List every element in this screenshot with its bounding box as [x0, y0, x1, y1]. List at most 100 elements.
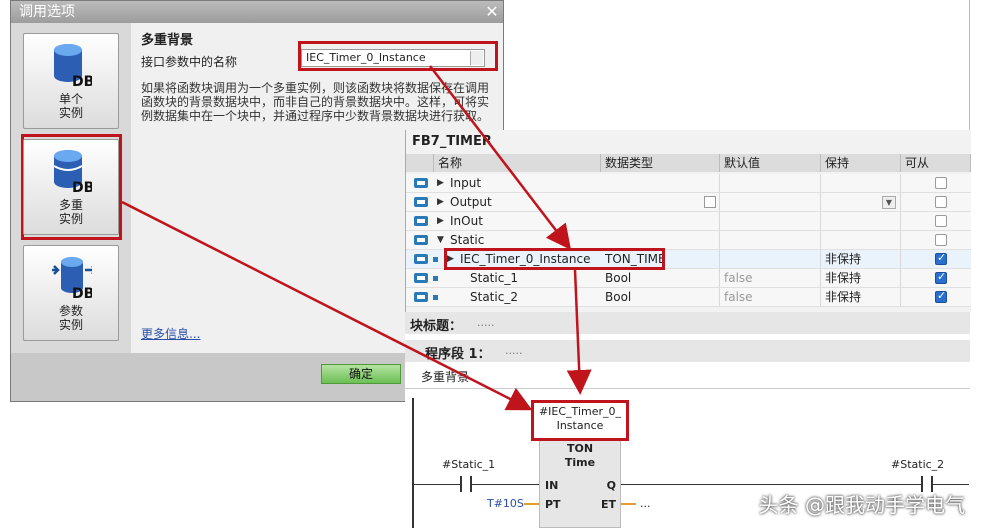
watermark: 头条 @跟我动手学电气: [758, 493, 965, 517]
cell-name[interactable]: Output: [446, 193, 601, 211]
cell-name[interactable]: Static_1: [466, 269, 601, 287]
hmi-checkbox[interactable]: [935, 196, 947, 208]
block-title-label: 块标题：: [410, 319, 463, 334]
io-icon: [414, 216, 428, 226]
expand-icon[interactable]: ▶: [437, 216, 444, 226]
table-row[interactable]: Static_1 Bool false 非保持: [406, 269, 971, 288]
io-icon: [414, 197, 428, 207]
pt-wire: [524, 503, 539, 505]
expand-icon[interactable]: ▼: [437, 235, 444, 245]
option-panel: DB 单个 实例 DB 多重 实例 DB 参数 实例: [11, 23, 131, 353]
hmi-checkbox[interactable]: [935, 177, 947, 189]
cell-default[interactable]: [720, 193, 821, 211]
instance-label-2: Instance: [556, 419, 604, 432]
cell-name[interactable]: Input: [446, 174, 601, 192]
rung-line-mid: [472, 484, 539, 485]
ton-block[interactable]: TON Time IN Q PT ET: [539, 440, 621, 528]
single-instance-button[interactable]: DB 单个 实例: [23, 33, 119, 129]
cell-retain[interactable]: 非保持: [821, 288, 901, 306]
cell-type[interactable]: [601, 193, 720, 211]
close-icon[interactable]: ✕: [483, 3, 501, 21]
multi-instance-label-1: 多重: [58, 198, 83, 212]
parameter-instance-label-1: 参数: [58, 304, 83, 318]
multi-instance-button[interactable]: DB 多重 实例: [23, 139, 119, 235]
hmi-checkbox[interactable]: [935, 270, 947, 284]
cell-name[interactable]: Static: [446, 231, 601, 249]
header-name[interactable]: 名称: [434, 154, 601, 172]
header-datatype[interactable]: 数据类型: [601, 154, 720, 172]
header-default[interactable]: 默认值: [720, 154, 821, 172]
single-instance-label-1: 单个: [58, 92, 83, 106]
cell-retain[interactable]: 非保持: [821, 250, 901, 268]
cell-name[interactable]: InOut: [446, 212, 601, 230]
hmi-checkbox[interactable]: [935, 289, 947, 303]
header-retain[interactable]: 保持: [821, 154, 901, 172]
hmi-checkbox[interactable]: [935, 251, 947, 265]
cell-type[interactable]: [601, 212, 720, 230]
chevron-down-icon[interactable]: ▼: [882, 196, 896, 209]
db-arrows-icon: DB: [52, 257, 92, 300]
cell-default[interactable]: [720, 250, 821, 268]
svg-text:DB: DB: [72, 74, 92, 88]
cell-type[interactable]: [601, 174, 720, 192]
multi-instance-label-2: 实例: [58, 212, 83, 226]
rung-line-end: [933, 484, 969, 485]
network-label: 程序段 1：: [425, 347, 491, 362]
cell-type[interactable]: Bool: [601, 269, 720, 287]
parameter-instance-button[interactable]: DB 参数 实例: [23, 245, 119, 341]
io-icon: [414, 254, 428, 264]
cell-retain[interactable]: [821, 231, 901, 249]
table-row[interactable]: ▶ InOut: [406, 212, 971, 231]
hmi-checkbox[interactable]: [935, 215, 947, 227]
cell-retain[interactable]: [821, 212, 901, 230]
et-wire: [621, 503, 636, 505]
network-value[interactable]: .....: [505, 344, 522, 357]
pin-in: IN: [545, 479, 559, 492]
cell-default[interactable]: [720, 231, 821, 249]
network-comment[interactable]: 多重背景: [405, 364, 970, 389]
header-icon-col: [406, 154, 434, 172]
hmi-checkbox[interactable]: [935, 234, 947, 246]
contact-right-label[interactable]: #Static_2: [891, 458, 944, 471]
cell-default[interactable]: [720, 174, 821, 192]
ton-type: TON: [566, 442, 594, 455]
cell-retain[interactable]: [821, 174, 901, 192]
cell-retain[interactable]: 非保持: [821, 269, 901, 287]
fb7-interface-table: FB7_TIMER 名称 数据类型 默认值 保持 可从 HMI/... ▶Inp…: [405, 130, 971, 312]
cell-default[interactable]: false: [720, 269, 821, 287]
more-info-link[interactable]: 更多信息...: [141, 325, 200, 342]
rung-line-right: [621, 484, 921, 485]
instance-name-box[interactable]: #IEC_Timer_0_ Instance: [531, 400, 629, 441]
ok-button[interactable]: 确定: [321, 364, 401, 384]
table-row[interactable]: Static_2 Bool false 非保持: [406, 288, 971, 307]
field-label: 接口参数中的名称: [141, 55, 238, 69]
expand-icon[interactable]: ▶: [437, 197, 444, 207]
contact-left-label[interactable]: #Static_1: [442, 458, 495, 471]
cell-type[interactable]: [601, 231, 720, 249]
table-row[interactable]: ▶ Output ▼: [406, 193, 971, 212]
io-icon: [414, 178, 428, 188]
cell-type[interactable]: Bool: [601, 288, 720, 306]
db-icon: DB: [53, 150, 92, 194]
description-text: 如果将函数块调用为一个多重实例，则该函数块将数据保存在调用函数块的背景数据块中，…: [141, 81, 490, 123]
list-icon[interactable]: [704, 196, 716, 208]
svg-text:DB: DB: [72, 286, 92, 300]
ton-subtype: Time: [564, 456, 596, 469]
single-instance-label-2: 实例: [58, 106, 83, 120]
cell-name[interactable]: Static_2: [466, 288, 601, 306]
expand-icon[interactable]: ▶: [437, 178, 444, 188]
section-title: 多重背景: [141, 33, 194, 48]
member-icon: [433, 276, 438, 281]
cell-default[interactable]: [720, 212, 821, 230]
timer-row-highlight: [444, 248, 665, 270]
contact-left-bar-1: [460, 476, 462, 492]
header-hmi[interactable]: 可从 HMI/...: [901, 154, 971, 188]
block-title-value[interactable]: .....: [477, 316, 494, 329]
pt-value[interactable]: T#10S: [487, 497, 524, 510]
table-row[interactable]: ▶ Input: [406, 174, 971, 193]
et-value[interactable]: ...: [640, 497, 651, 510]
io-icon: [414, 235, 428, 245]
block-title-bar: 块标题： .....: [405, 312, 970, 334]
cell-default[interactable]: false: [720, 288, 821, 306]
fb-title: FB7_TIMER: [412, 134, 492, 149]
